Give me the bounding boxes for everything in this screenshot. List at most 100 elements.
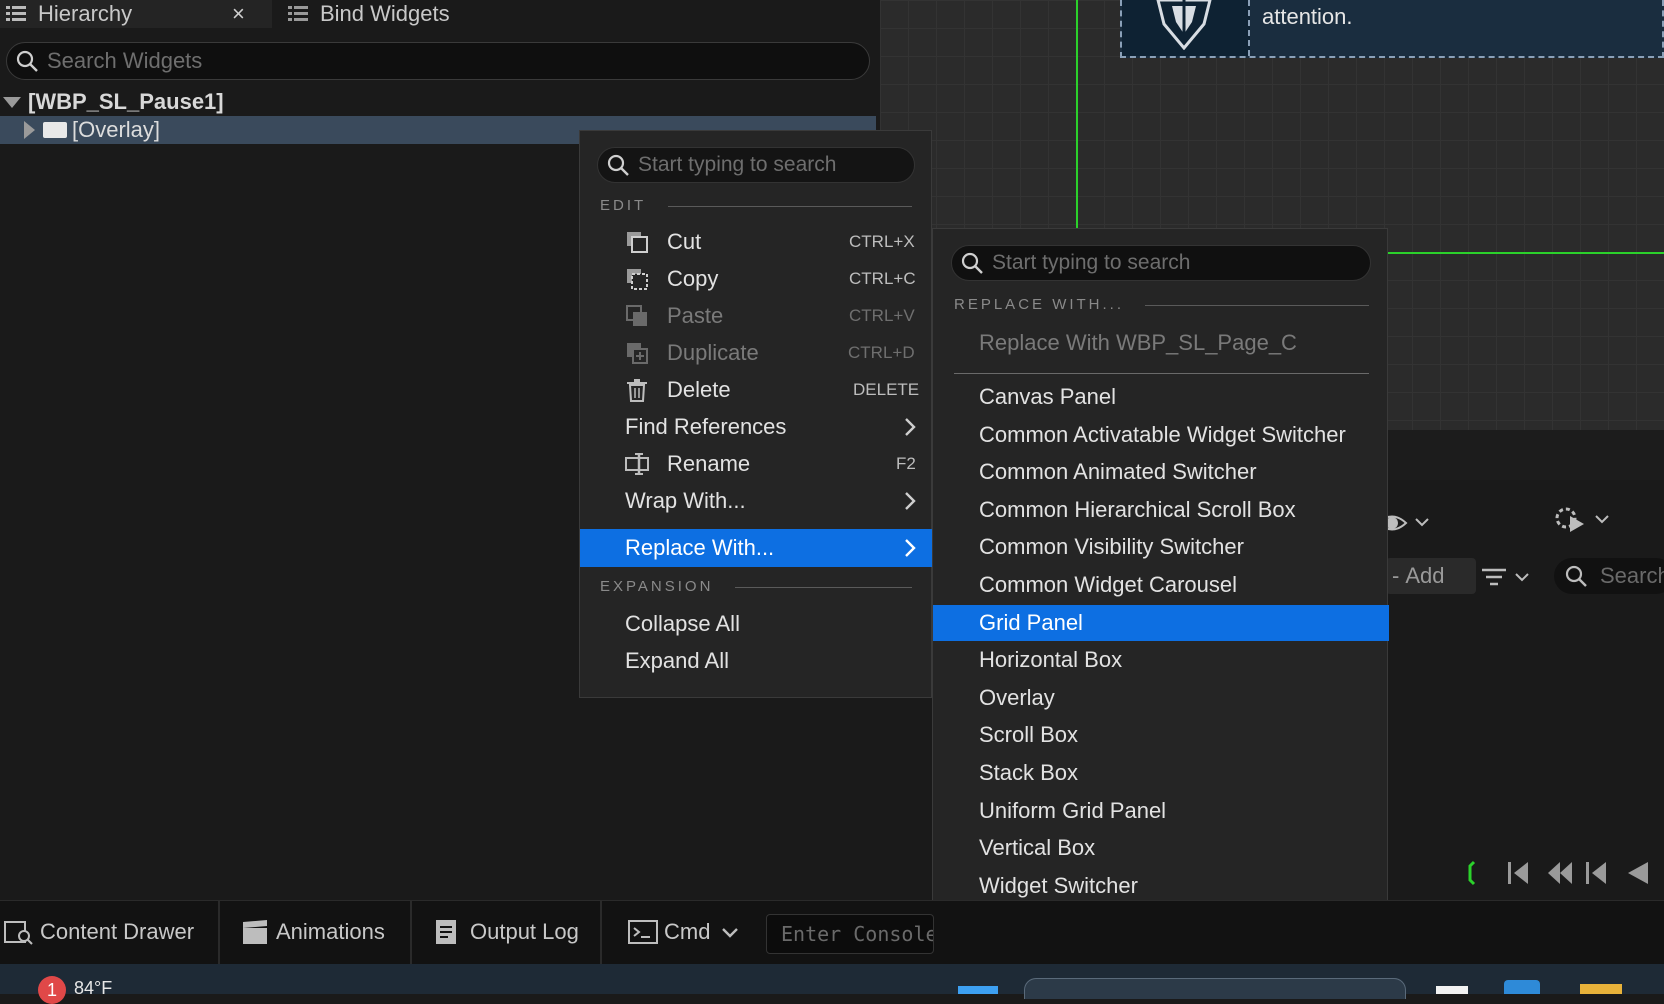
rename-icon [625,453,649,475]
submenu-item[interactable]: Common Widget Carousel [933,567,1389,603]
submenu-item-label: Common Visibility Switcher [979,534,1244,560]
taskbar-app-icon[interactable] [1504,980,1540,994]
tab-bind-widgets[interactable]: Bind Widgets [280,0,580,28]
folder-icon[interactable] [1580,984,1622,994]
os-taskbar: 1 84°F [0,964,1664,1004]
menu-item-delete[interactable]: Delete DELETE [580,372,933,408]
clapperboard-icon [243,920,267,944]
guide-line-horizontal [1386,252,1664,254]
shortcut-paste: CTRL+V [849,306,915,325]
submenu-item-label: Common Animated Switcher [979,459,1257,485]
search-widgets-input[interactable]: Search Widgets [6,42,870,80]
submenu-item-label: Uniform Grid Panel [979,797,1167,823]
menu-item-expand-all-label: Expand All [625,648,729,673]
content-drawer-button[interactable]: Content Drawer [0,900,220,964]
submenu-item[interactable]: Canvas Panel [933,379,1389,415]
submenu-item-label: Common Widget Carousel [979,572,1237,597]
note-widget[interactable]: attention. [1120,0,1664,58]
tree-overlay-label: [Overlay] [72,117,161,142]
submenu-item-label: Common Activatable Widget Switcher [979,421,1346,447]
paste-icon [626,305,647,326]
weather-temperature[interactable]: 84°F [74,978,112,999]
divider [954,373,1369,374]
submenu-item-label: Grid Panel [979,609,1083,635]
submenu-item[interactable]: Common Activatable Widget Switcher [933,417,1389,453]
add-button-label: Add [1405,563,1445,588]
start-icon[interactable] [958,986,998,994]
add-button[interactable]: - Add [1386,558,1476,594]
animations-label: Animations [276,919,385,944]
menu-item-paste[interactable]: Paste CTRL+V [580,298,933,334]
submenu-item[interactable]: Overlay [933,680,1389,716]
submenu-item[interactable]: Vertical Box [933,830,1389,866]
submenu-item[interactable]: Common Visibility Switcher [933,529,1389,565]
menu-item-collapse-all[interactable]: Collapse All [580,606,933,642]
tab-hierarchy[interactable]: Hierarchy × [0,0,272,28]
search-widgets-placeholder: Search Widgets [47,48,203,73]
tree-row-root[interactable]: [WBP_SL_Pause1] [0,88,880,116]
menu-item-paste-label: Paste [667,303,724,328]
divider [668,206,912,207]
menu-item-find-references[interactable]: Find References [580,409,933,445]
section-replace-with: REPLACE WITH... [954,296,1125,313]
menu-item-copy[interactable]: Copy CTRL+C [580,261,933,297]
shortcut-copy: CTRL+C [849,269,916,288]
menu-item-rename[interactable]: Rename F2 [580,446,933,482]
filter-icon[interactable] [1478,562,1538,592]
replace-with-submenu: Start typing to search REPLACE WITH... R… [932,228,1389,964]
shortcut-cut: CTRL+X [849,232,915,251]
weather-badge[interactable]: 1 [38,976,66,1004]
menu-item-expand-all[interactable]: Expand All [580,643,933,679]
collapsed-arrow-icon[interactable] [22,120,36,140]
submenu-item[interactable]: Common Animated Switcher [933,454,1389,490]
animations-button[interactable]: Animations [222,900,412,964]
taskbar-app-icon[interactable] [1436,986,1468,994]
submenu-item-label: Widget Switcher [979,872,1138,898]
submenu-item[interactable]: Widget Switcher [933,868,1389,904]
chevron-right-icon [905,539,916,557]
expand-arrow-icon[interactable] [2,95,22,109]
submenu-item-label: Horizontal Box [979,647,1123,673]
console-command-input[interactable]: Enter Console Command [766,914,934,954]
submenu-item[interactable]: Grid Panel [933,604,1389,641]
chevron-right-icon [905,418,916,436]
chevron-right-icon [905,492,916,510]
menu-item-duplicate-label: Duplicate [667,340,759,365]
taskbar-search[interactable] [1024,978,1406,999]
search-icon [16,50,38,72]
submenu-item-label: Canvas Panel [979,384,1116,409]
menu-item-replace-with[interactable]: Replace With... [580,529,933,567]
cmd-dropdown[interactable]: Cmd [604,900,754,964]
search-icon [961,252,983,274]
content-drawer-label: Content Drawer [40,919,195,944]
menu-item-collapse-all-label: Collapse All [625,611,740,636]
submenu-item-label: Scroll Box [979,722,1079,748]
menu-item-cut[interactable]: Cut CTRL+X [580,224,933,260]
menu-item-duplicate[interactable]: Duplicate CTRL+D [580,335,933,371]
submenu-item[interactable]: Stack Box [933,755,1389,791]
submenu-item[interactable]: Horizontal Box [933,642,1389,678]
shield-logo-icon [1122,0,1250,56]
submenu-search-placeholder: Start typing to search [992,251,1191,274]
guide-line-vertical [1076,0,1078,228]
submenu-search[interactable]: Start typing to search [951,245,1371,281]
menu-item-wrap-with[interactable]: Wrap With... [580,483,933,519]
tab-hierarchy-label: Hierarchy [38,1,133,26]
submenu-item[interactable]: Common Hierarchical Scroll Box [933,492,1389,528]
content-drawer-icon [4,921,33,945]
duplicate-icon [627,343,648,364]
context-menu-search[interactable]: Start typing to search [597,147,915,183]
simulation-settings-dropdown[interactable] [1548,502,1618,538]
submenu-item-label: Common Hierarchical Scroll Box [979,496,1296,522]
output-log-button[interactable]: Output Log [414,900,602,964]
search-icon [1565,565,1587,587]
close-icon[interactable]: × [232,1,245,27]
details-search-input[interactable]: Search [1554,558,1664,594]
cmd-label: Cmd [664,919,711,944]
submenu-item[interactable]: Scroll Box [933,717,1389,753]
submenu-item[interactable]: Uniform Grid Panel [933,793,1389,829]
playback-controls[interactable] [1464,858,1664,888]
menu-item-cut-label: Cut [667,229,702,254]
menu-item-replace-with-page[interactable]: Replace With WBP_SL_Page_C [933,325,1389,361]
output-log-label: Output Log [470,919,579,944]
